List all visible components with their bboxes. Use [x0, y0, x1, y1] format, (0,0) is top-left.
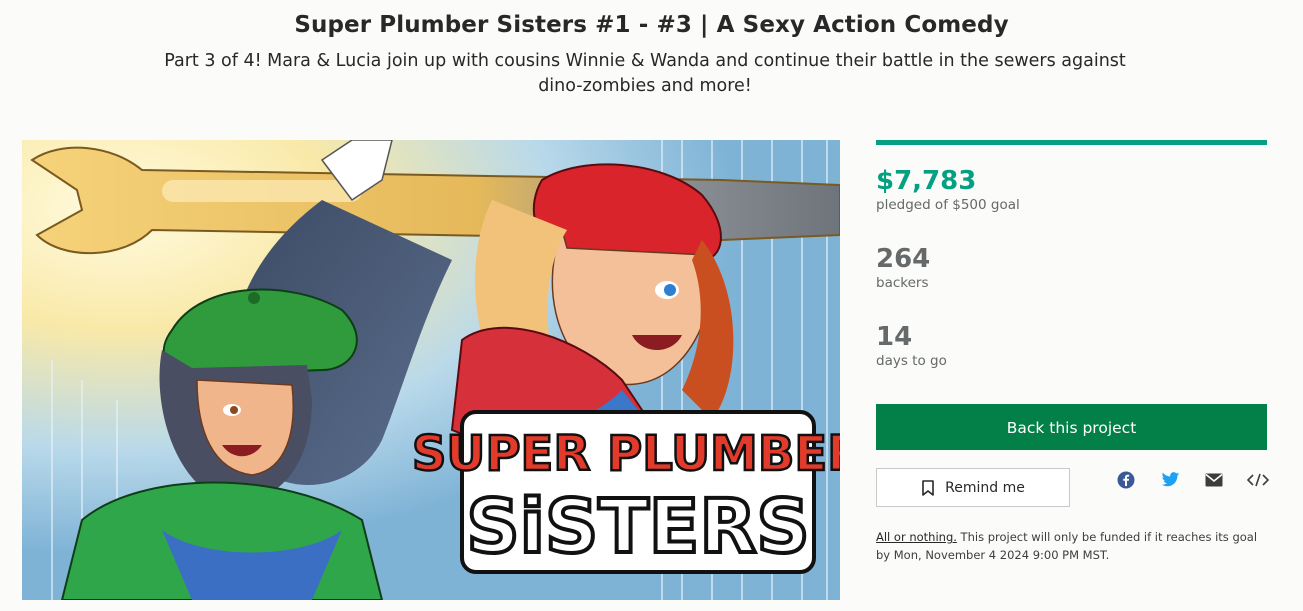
pledged-stat: $7,783 pledged of $500 goal [876, 166, 1020, 213]
remind-me-label: Remind me [945, 479, 1025, 496]
embed-icon[interactable] [1246, 470, 1270, 490]
bookmark-icon [922, 479, 934, 496]
funding-progress-bar [876, 140, 1267, 145]
all-or-nothing-link[interactable]: All or nothing. [876, 530, 957, 544]
project-hero-image[interactable]: SUPER PLUMBER SiSTERS [22, 140, 840, 600]
backers-count: 264 [876, 244, 931, 274]
days-label: days to go [876, 353, 947, 369]
all-or-nothing-notice: All or nothing. This project will only b… [876, 528, 1267, 564]
facebook-icon[interactable] [1114, 470, 1138, 490]
remind-me-button[interactable]: Remind me [876, 468, 1070, 507]
twitter-icon[interactable] [1158, 470, 1182, 490]
project-title: Super Plumber Sisters #1 - #3 | A Sexy A… [294, 12, 1009, 38]
hero-logo-line2: SiSTERS [466, 484, 809, 570]
back-this-project-button[interactable]: Back this project [876, 404, 1267, 450]
backers-stat: 264 backers [876, 244, 930, 291]
hero-illustration: SUPER PLUMBER SiSTERS [22, 140, 840, 600]
pledged-label: pledged of $500 goal [876, 197, 1020, 213]
email-icon[interactable] [1202, 470, 1226, 490]
days-stat: 14 days to go [876, 322, 947, 369]
funding-progress-fill [876, 140, 1267, 145]
pledged-amount: $7,783 [876, 166, 977, 196]
backers-label: backers [876, 275, 929, 291]
hero-logo: SUPER PLUMBER SiSTERS [411, 410, 840, 574]
project-page: Super Plumber Sisters #1 - #3 | A Sexy A… [0, 0, 1303, 611]
days-count: 14 [876, 322, 913, 352]
hero-logo-line1: SUPER PLUMBER [412, 426, 840, 482]
project-blurb: Part 3 of 4! Mara & Lucia join up with c… [164, 51, 1126, 96]
